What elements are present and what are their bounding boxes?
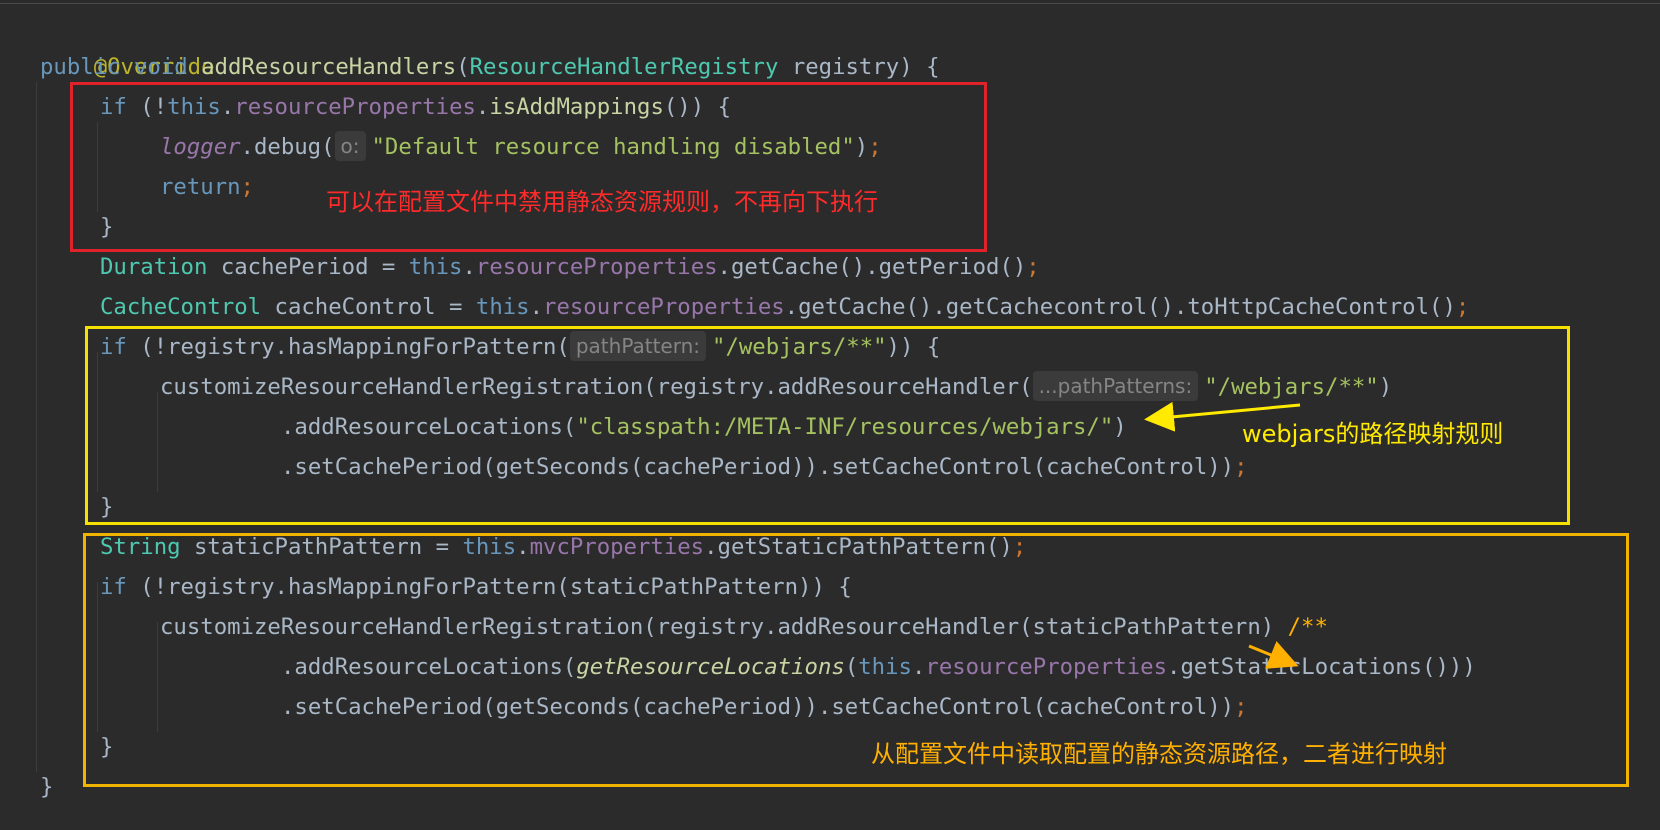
- annotation-arrows: [1144, 401, 1301, 669]
- arrow-to-static-locations: [1248, 641, 1299, 669]
- code-editor[interactable]: @Override public void addResourceHandler…: [0, 0, 1660, 830]
- arrow-to-webjars-location: [1144, 401, 1301, 432]
